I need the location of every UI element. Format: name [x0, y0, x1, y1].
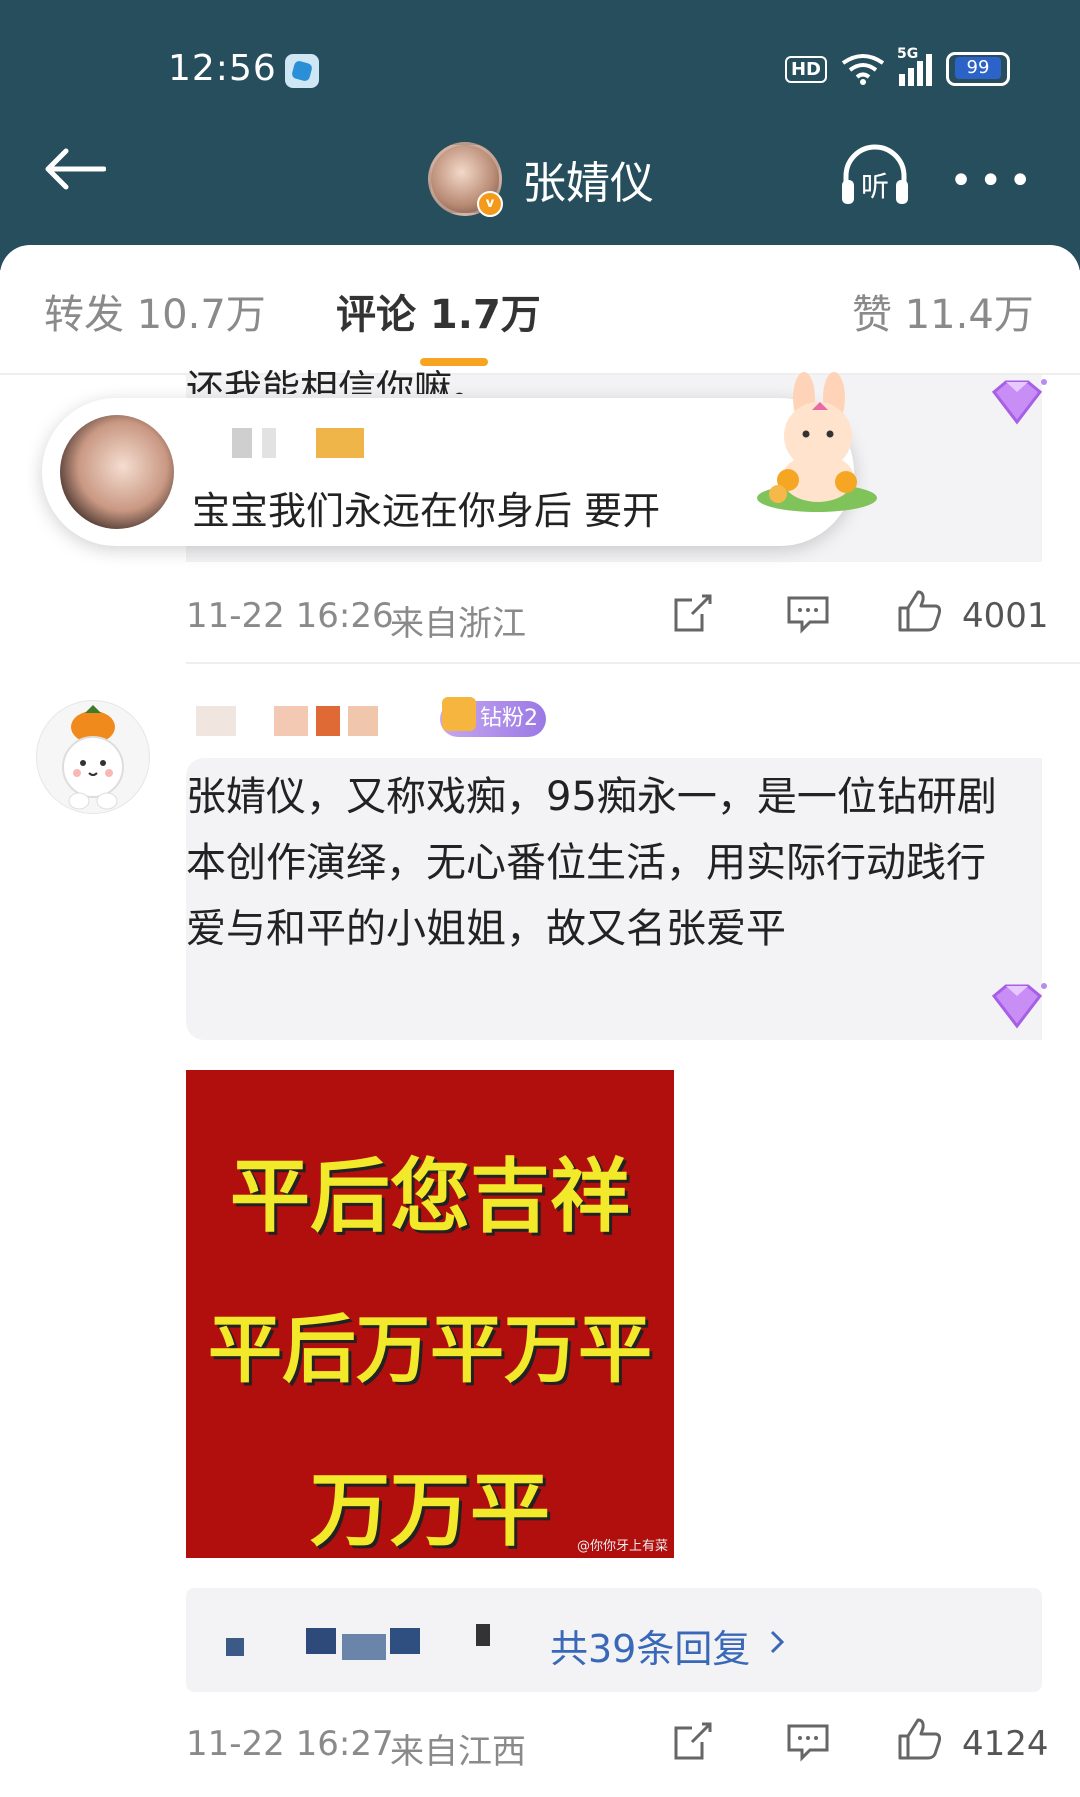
- status-time: 12:56: [168, 48, 277, 89]
- comment-image[interactable]: 平后您吉祥 平后万平万平 万万平 @你你牙上有菜: [186, 1070, 674, 1558]
- comment-text: 张婧仪，又称戏痴，95痴永一，是一位钻研剧本创作演绎，无心番位生活，用实际行动践…: [186, 774, 997, 952]
- hd-icon: HD: [784, 55, 827, 83]
- signal-icon: 5G: [897, 46, 932, 86]
- top-header: [0, 0, 1080, 270]
- comment-popup[interactable]: 宝宝我们永远在你身后 要开: [42, 372, 877, 546]
- reply-comment-icon[interactable]: [786, 1722, 830, 1762]
- chevron-right-icon: [770, 1630, 785, 1654]
- share-icon[interactable]: [672, 592, 714, 634]
- like-count: 4001: [962, 596, 1049, 636]
- image-line-1: 平后您吉祥: [230, 1150, 630, 1243]
- page-title: 张婧仪: [522, 158, 654, 209]
- view-replies-link[interactable]: 共39条回复: [550, 1618, 750, 1673]
- comment-text-partial: 还我能相信你嘛。: [186, 370, 491, 394]
- popup-username-blurred: [232, 428, 422, 460]
- battery-icon: 99: [946, 52, 1010, 86]
- header-avatar[interactable]: v: [428, 142, 503, 217]
- bunny-sticker-icon: [757, 372, 877, 512]
- tab-bar: 转发 10.7万 评论 1.7万 赞 11.4万: [0, 282, 1080, 372]
- comment-timestamp: 11-22 16:27: [186, 1724, 394, 1764]
- verified-badge-icon: v: [477, 191, 503, 217]
- commenter-avatar[interactable]: [36, 700, 150, 814]
- bear-persimmon-avatar-icon: [62, 705, 124, 810]
- tab-comments[interactable]: 评论 1.7万: [336, 282, 541, 340]
- back-arrow-icon[interactable]: [42, 145, 106, 193]
- tab-likes[interactable]: 赞 11.4万: [852, 282, 1034, 340]
- svg-text:听: 听: [861, 170, 889, 203]
- like-thumb-icon[interactable]: [896, 1716, 944, 1762]
- comment-location: 来自浙江: [390, 604, 526, 644]
- popup-text: 宝宝我们永远在你身后 要开: [192, 489, 661, 533]
- popup-avatar: [60, 415, 174, 529]
- more-options-icon[interactable]: •••: [949, 158, 1038, 204]
- app-notification-icon: [285, 54, 319, 88]
- commenter-username-blurred[interactable]: [196, 706, 426, 740]
- like-thumb-icon[interactable]: [896, 588, 944, 634]
- comment-timestamp: 11-22 16:26: [186, 596, 394, 636]
- diamond-gem-icon: [991, 379, 1047, 425]
- comment-separator: [186, 662, 1080, 664]
- fan-level-badge: 钻粉2: [440, 697, 546, 737]
- reply-comment-icon[interactable]: [786, 594, 830, 634]
- diamond-gem-icon: [991, 983, 1047, 1029]
- status-indicators: HD 5G 99: [784, 46, 1010, 86]
- header-profile[interactable]: v 张婧仪: [428, 142, 654, 217]
- share-icon[interactable]: [672, 1720, 714, 1762]
- active-tab-indicator: [420, 358, 488, 366]
- like-count: 4124: [962, 1724, 1049, 1764]
- replies-preview[interactable]: 共39条回复: [186, 1588, 1042, 1692]
- wifi-icon: [841, 54, 885, 85]
- listen-headphones-icon[interactable]: 听: [838, 140, 912, 210]
- image-line-2: 平后万平万平: [208, 1307, 652, 1393]
- tab-reposts[interactable]: 转发 10.7万: [44, 282, 266, 340]
- image-watermark: @你你牙上有菜: [576, 1539, 668, 1554]
- comment-location: 来自江西: [390, 1732, 526, 1772]
